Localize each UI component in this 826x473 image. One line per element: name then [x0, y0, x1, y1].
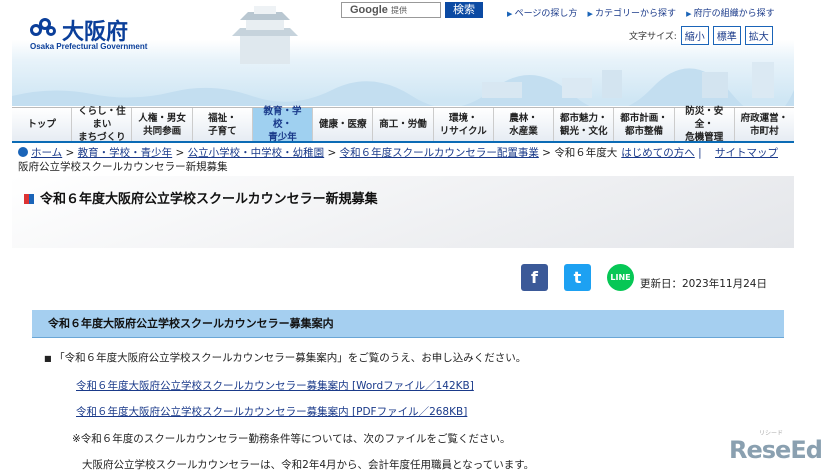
word-file-link[interactable]: 令和６年度大阪府公立学校スクールカウンセラー募集案内 [Wordファイル／142… [76, 378, 474, 393]
site-search: Google 提供 検索 [341, 2, 483, 18]
nav-environment[interactable]: 環境・ リサイクル [433, 108, 494, 141]
nav-welfare[interactable]: 福祉・ 子育て [192, 108, 253, 141]
nav-urban-planning[interactable]: 都市計画・ 都市整備 [614, 108, 675, 141]
cityscape-illustration [12, 62, 794, 106]
font-size-controls: 文字サイズ: 縮小 標準 拡大 [629, 26, 773, 45]
site-header: 大阪府 Osaka Prefectural Government Google … [12, 0, 794, 106]
nav-administration[interactable]: 府政運営・ 市町村 [734, 108, 795, 141]
nav-label: 商工・労働 [379, 119, 427, 130]
page-root: 大阪府 Osaka Prefectural Government Google … [0, 0, 826, 473]
nav-label: 環境・ リサイクル [439, 112, 487, 137]
nav-human-rights[interactable]: 人権・男女 共同参画 [132, 108, 193, 141]
share-buttons: f t LINE [521, 264, 650, 291]
nav-education[interactable]: 教育・学校・ 青少年 [252, 106, 314, 143]
nav-agriculture[interactable]: 農林・ 水産業 [493, 108, 555, 141]
nav-label: 人権・男女 共同参画 [138, 112, 186, 137]
font-size-smaller-button[interactable]: 縮小 [680, 26, 709, 45]
search-provided: 提供 [390, 6, 407, 15]
breadcrumb-current: 令和６年度大 [554, 147, 618, 159]
nav-label: 教育・学校・ 青少年 [263, 106, 302, 143]
nav-label: 福祉・ 子育て [208, 112, 237, 137]
nav-living[interactable]: くらし・住まい まちづくり [72, 106, 133, 143]
search-brand: Google [350, 4, 388, 16]
note-text: ※令和６年度のスクールカウンセラー勤務条件等については、次のファイルをご覧くださ… [72, 433, 511, 445]
link-by-organization[interactable]: 府庁の組織から探す [686, 6, 775, 19]
global-nav: トップ くらし・住まい まちづくり 人権・男女 共同参画 福祉・ 子育て 教育・学校・… [12, 106, 795, 143]
nav-label: 都市計画・ 都市整備 [620, 112, 668, 137]
link-by-category[interactable]: カテゴリーから探す [587, 6, 676, 19]
nav-health[interactable]: 健康・医療 [313, 108, 374, 141]
title-band [12, 176, 794, 248]
page-title: 令和６年度大阪府公立学校スクールカウンセラー新規募集 [24, 188, 378, 207]
line-share-button[interactable]: LINE [607, 264, 634, 291]
font-size-label: 文字サイズ: [629, 32, 677, 42]
breadcrumb-current-cont: 阪府公立学校スクールカウンセラー新規募集 [18, 161, 228, 173]
breadcrumb-public-schools[interactable]: 公立小学校・中学校・幼稚園 [188, 147, 325, 159]
watermark-main: ReseEd [729, 436, 823, 464]
logo-subtitle: Osaka Prefectural Government [30, 42, 148, 51]
osaka-emblem-icon [30, 18, 58, 42]
nav-disaster[interactable]: 防災・安全・ 危機管理 [674, 106, 735, 143]
nav-label: トップ [27, 119, 56, 130]
nav-label: 防災・安全・ 危機管理 [685, 106, 724, 143]
header-links: ページの探し方 カテゴリーから探す 府庁の組織から探す [507, 6, 785, 19]
nav-label: 都市魅力・ 観光・文化 [559, 112, 608, 137]
nav-culture[interactable]: 都市魅力・ 観光・文化 [554, 108, 615, 141]
nav-label: 府政運営・ 市町村 [740, 112, 789, 137]
link-sitemap[interactable]: サイトマップ [715, 147, 778, 159]
twitter-share-button[interactable]: t [564, 264, 591, 291]
font-size-standard-button[interactable]: 標準 [712, 26, 741, 45]
nav-label: 農林・ 水産業 [509, 112, 538, 137]
body-paragraph: 「令和６年度大阪府公立学校スクールカウンセラー募集案内」をご覧のうえ、お申し込み… [44, 350, 526, 365]
breadcrumb-home[interactable]: ホーム [18, 147, 62, 159]
resed-watermark-logo: リシード ReseEd [729, 430, 823, 464]
breadcrumb: ホーム > 教育・学校・青少年 > 公立小学校・中学校・幼稚園 > 令和６年度ス… [18, 147, 778, 173]
font-size-larger-button[interactable]: 拡大 [744, 26, 773, 45]
link-first-time[interactable]: はじめての方へ [621, 147, 695, 159]
breadcrumb-counselor-program[interactable]: 令和６年度スクールカウンセラー配置事業 [340, 147, 539, 159]
search-button[interactable]: 検索 [445, 2, 483, 18]
utility-links: はじめての方へ | サイトマップ [621, 147, 778, 159]
osaka-castle-illustration [232, 6, 298, 64]
watermark-sub: リシード [759, 430, 784, 437]
link-how-to-find[interactable]: ページの探し方 [507, 6, 578, 19]
facebook-share-button[interactable]: f [521, 264, 548, 291]
nav-commerce[interactable]: 商工・労働 [373, 108, 434, 141]
section-heading: 令和６年度大阪府公立学校スクールカウンセラー募集案内 [32, 310, 784, 338]
nav-top[interactable]: トップ [12, 108, 73, 141]
nav-label: くらし・住まい まちづくり [78, 106, 126, 143]
pdf-file-link[interactable]: 令和６年度大阪府公立学校スクールカウンセラー募集案内 [PDFファイル／268K… [76, 404, 467, 419]
updated-date: 更新日：2023年11月24日 [640, 278, 767, 290]
search-input[interactable]: Google 提供 [341, 2, 441, 18]
body-paragraph-2: 大阪府公立学校スクールカウンセラーは、令和2年4月から、会計年度任用職員となって… [82, 459, 535, 471]
breadcrumb-education[interactable]: 教育・学校・青少年 [78, 147, 173, 159]
nav-label: 健康・医療 [319, 119, 367, 130]
